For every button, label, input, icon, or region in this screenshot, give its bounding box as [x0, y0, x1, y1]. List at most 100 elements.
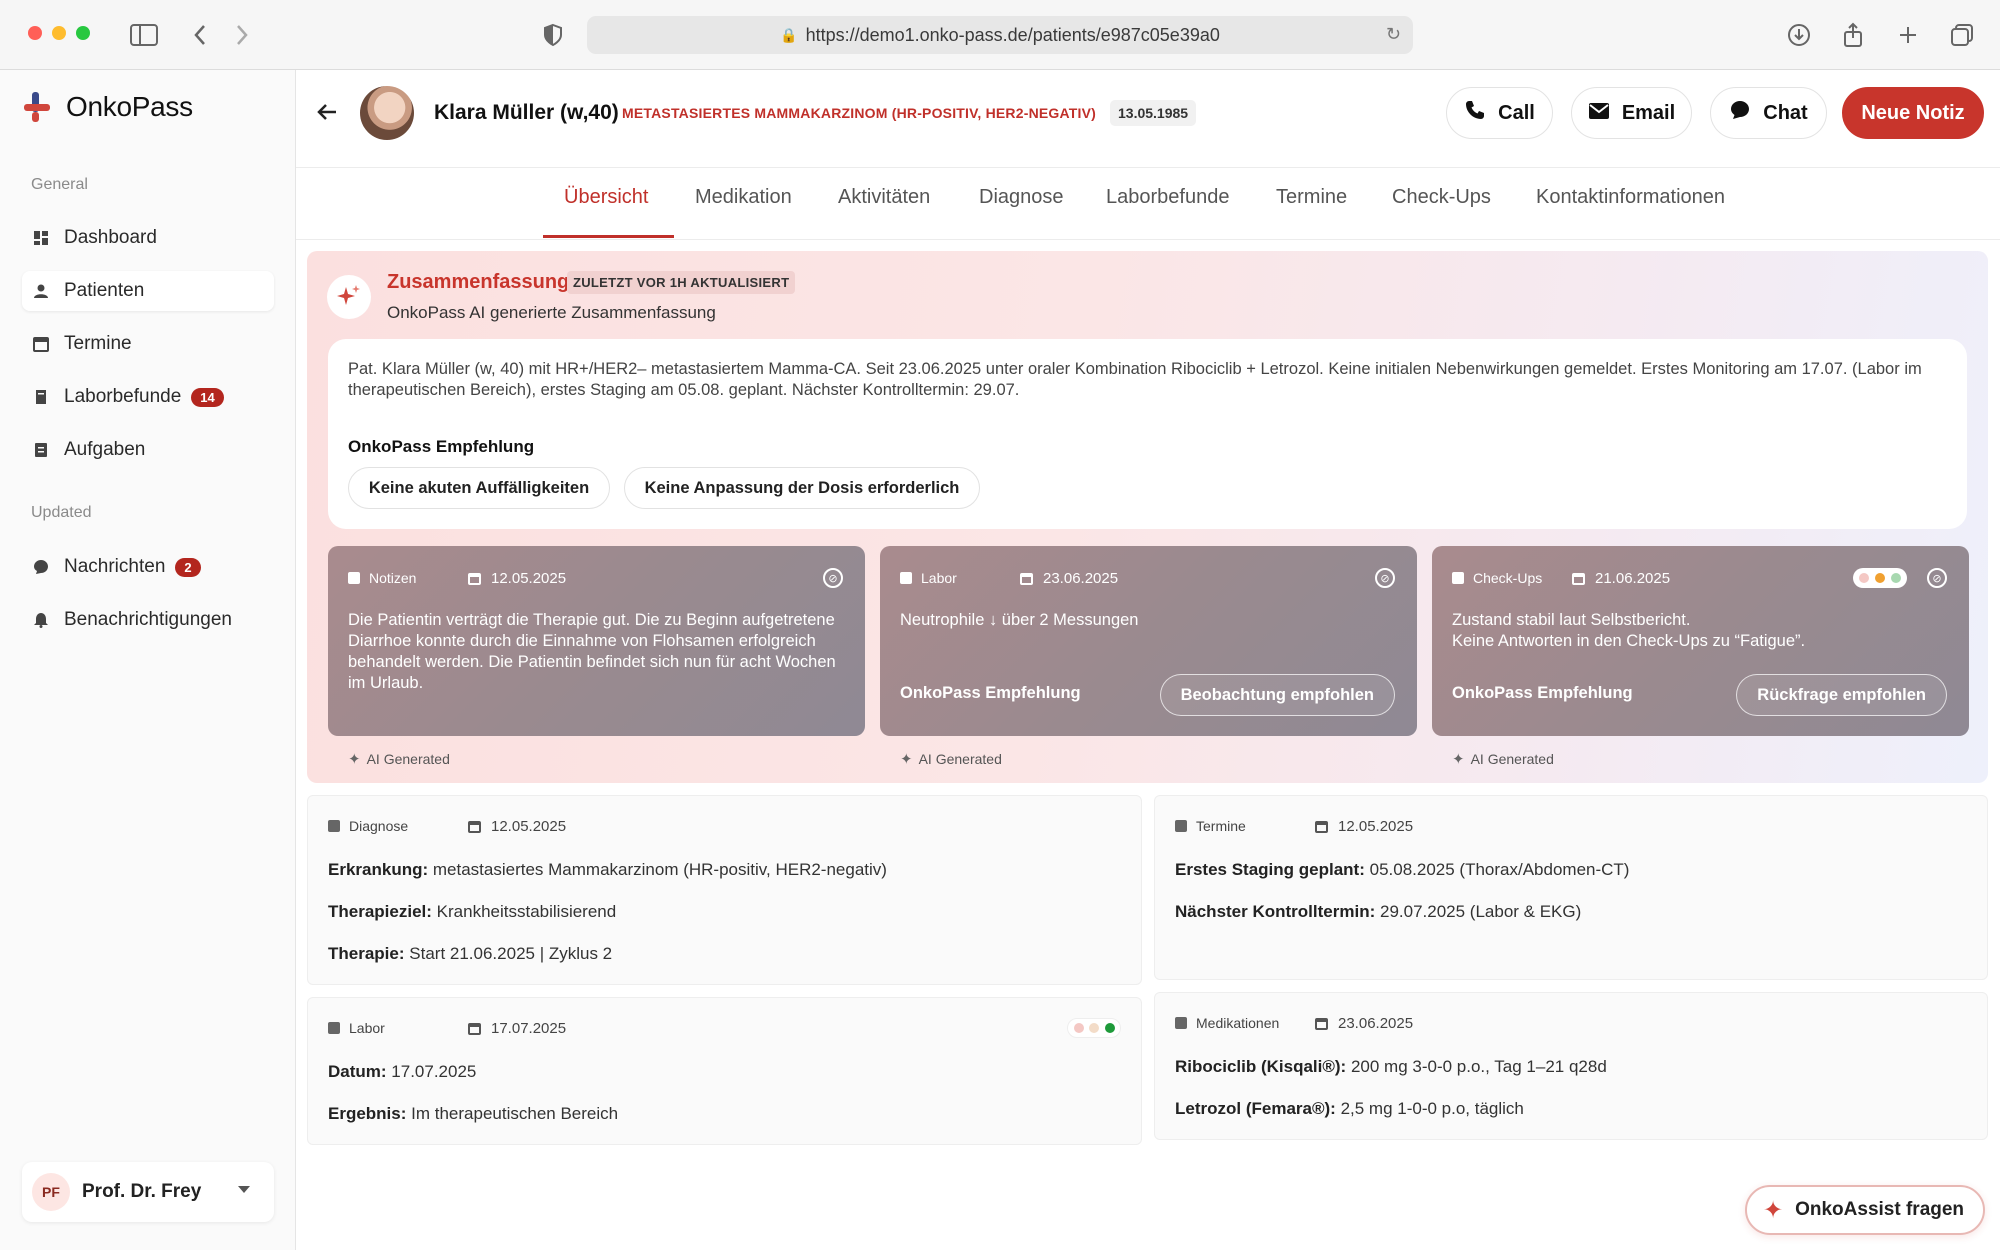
status-dot — [1089, 1023, 1099, 1033]
patient-header: Klara Müller (w,40) METASTASIERTES MAMMA… — [296, 70, 2000, 168]
sidebar-toggle-icon[interactable] — [127, 18, 161, 52]
patient-dob: 13.05.1985 — [1110, 100, 1197, 126]
shield-icon[interactable] — [536, 18, 570, 52]
insight-body: Die Patientin verträgt die Therapie gut.… — [348, 611, 836, 692]
sidebar-item-label: Patienten — [64, 280, 145, 301]
stethoscope-icon — [1452, 572, 1464, 584]
lab-icon — [328, 1022, 340, 1034]
tab-aktivitaeten[interactable]: Aktivitäten — [838, 186, 930, 209]
new-tab-icon[interactable] — [1891, 18, 1925, 52]
tab-check-ups[interactable]: Check-Ups — [1392, 186, 1491, 209]
tasks-icon — [32, 441, 50, 459]
card-row: Erkrankung: metastasiertes Mammakarzinom… — [328, 860, 887, 879]
tab-medikation[interactable]: Medikation — [695, 186, 792, 209]
tab-uebersicht[interactable]: Übersicht — [564, 186, 648, 209]
inquiry-recommended-button[interactable]: Rückfrage empfohlen — [1736, 674, 1947, 716]
logo[interactable]: OnkoPass — [22, 90, 193, 124]
calendar-icon — [1315, 820, 1328, 833]
dashboard-icon — [32, 229, 50, 247]
sidebar-item-laborbefunde[interactable]: Laborbefunde 14 — [22, 377, 274, 417]
insight-body: Zustand stabil laut Selbstbericht. Keine… — [1452, 611, 1806, 650]
medications-card[interactable]: Medikationen 23.06.2025 Ribociclib (Kisq… — [1154, 992, 1988, 1140]
ai-generated-tag: ✦ AI Generated — [348, 751, 450, 768]
card-row: Nächster Kontrolltermin: 29.07.2025 (Lab… — [1175, 902, 1582, 921]
dismiss-icon[interactable]: ⊘ — [1375, 568, 1395, 588]
lab-card[interactable]: Labor 17.07.2025 Datum: 17.07.2025 Ergeb… — [307, 997, 1142, 1145]
close-window-button[interactable] — [28, 26, 42, 40]
sidebar-item-label: Benachrichtigungen — [64, 609, 232, 630]
calendar-icon — [1020, 572, 1033, 585]
logo-text: OnkoPass — [66, 91, 193, 122]
status-dot — [1859, 573, 1869, 583]
sidebar-item-dashboard[interactable]: Dashboard — [22, 218, 274, 258]
back-arrow-icon[interactable] — [316, 98, 338, 129]
maximize-window-button[interactable] — [76, 26, 90, 40]
forward-nav-icon[interactable] — [225, 18, 259, 52]
sidebar-item-nachrichten[interactable]: Nachrichten 2 — [22, 547, 274, 587]
medication-icon — [1175, 1017, 1187, 1029]
status-dot — [1891, 573, 1901, 583]
observation-recommended-button[interactable]: Beobachtung empfohlen — [1159, 674, 1395, 716]
summary-text: Pat. Klara Müller (w, 40) mit HR+/HER2– … — [348, 360, 1922, 399]
insight-card-notizen[interactable]: Notizen 12.05.2025 ⊘ Die Patientin vertr… — [328, 546, 865, 736]
email-label: Email — [1621, 101, 1676, 124]
download-icon[interactable] — [1782, 18, 1816, 52]
new-note-button[interactable]: Neue Notiz — [1842, 87, 1984, 139]
insight-card-check-ups[interactable]: Check-Ups 21.06.2025 ⊘ Zustand stabil la… — [1432, 546, 1969, 736]
summary-panel: Zusammenfassung ZULETZT VOR 1H AKTUALISI… — [307, 251, 1988, 783]
sidebar-item-benachrichtigungen[interactable]: Benachrichtigungen — [22, 600, 274, 640]
sidebar-item-aufgaben[interactable]: Aufgaben — [22, 430, 274, 470]
insight-body: Neutrophile ↓ über 2 Messungen — [900, 611, 1139, 629]
sidebar-item-label: Dashboard — [64, 227, 157, 248]
card-type: Diagnose — [328, 818, 408, 834]
tab-kontaktinformationen[interactable]: Kontaktinformationen — [1536, 186, 1725, 209]
sidebar-item-patienten[interactable]: Patienten — [22, 271, 274, 311]
tab-diagnose[interactable]: Diagnose — [979, 186, 1064, 209]
lab-icon — [900, 572, 912, 584]
url-text: https://demo1.onko-pass.de/patients/e987… — [805, 24, 1220, 45]
card-date: 17.07.2025 — [468, 1020, 566, 1037]
calendar-icon — [32, 335, 50, 353]
calendar-icon — [1315, 1017, 1328, 1030]
status-dot — [1073, 1023, 1084, 1033]
card-row: Erstes Staging geplant: 05.08.2025 (Thor… — [1175, 860, 1630, 879]
chat-button[interactable]: Chat — [1710, 87, 1827, 139]
sparkle-icon: ✦ — [348, 751, 361, 768]
user-menu[interactable]: PF Prof. Dr. Frey — [22, 1162, 274, 1222]
calendar-icon — [468, 1022, 481, 1035]
sidebar-item-label: Nachrichten — [64, 556, 166, 577]
lock-icon: 🔒 — [780, 26, 798, 43]
recommendation-chip[interactable]: Keine akuten Auffälligkeiten — [348, 467, 610, 509]
chevron-down-icon[interactable] — [238, 1186, 250, 1193]
sparkle-icon: ✦ — [1763, 1196, 1784, 1224]
tab-laborbefunde[interactable]: Laborbefunde — [1106, 186, 1229, 209]
appointments-card[interactable]: Termine 12.05.2025 Erstes Staging geplan… — [1154, 795, 1988, 980]
user-icon — [32, 282, 50, 300]
card-row: Datum: 17.07.2025 — [328, 1062, 477, 1081]
minimize-window-button[interactable] — [52, 26, 66, 40]
browser-toolbar: 🔒 https://demo1.onko-pass.de/patients/e9… — [0, 0, 2000, 70]
back-nav-icon[interactable] — [183, 18, 217, 52]
diagnosis-card[interactable]: Diagnose 12.05.2025 Erkrankung: metastas… — [307, 795, 1142, 985]
recommendation-chip[interactable]: Keine Anpassung der Dosis erforderlich — [624, 467, 980, 509]
card-row: Letrozol (Femara®): 2,5 mg 1-0-0 p.o, tä… — [1175, 1099, 1524, 1118]
dismiss-icon[interactable]: ⊘ — [1927, 568, 1947, 588]
insight-card-labor[interactable]: Labor 23.06.2025 ⊘ Neutrophile ↓ über 2 … — [880, 546, 1417, 736]
tab-termine[interactable]: Termine — [1276, 186, 1347, 209]
url-bar[interactable]: 🔒 https://demo1.onko-pass.de/patients/e9… — [587, 16, 1413, 54]
onkoassist-button[interactable]: ✦ OnkoAssist fragen — [1745, 1185, 1985, 1235]
chat-icon — [1729, 99, 1751, 127]
reload-icon[interactable]: ↻ — [1386, 24, 1401, 45]
dismiss-icon[interactable]: ⊘ — [823, 568, 843, 588]
ai-generated-tag: ✦ AI Generated — [900, 751, 1002, 768]
status-dot — [1875, 573, 1885, 583]
email-button[interactable]: Email — [1571, 87, 1692, 139]
status-indicator — [1853, 568, 1907, 588]
diagnosis-icon — [328, 820, 340, 832]
tabs-overview-icon[interactable] — [1945, 18, 1979, 52]
call-button[interactable]: Call — [1446, 87, 1553, 139]
share-icon[interactable] — [1836, 18, 1870, 52]
card-date: 12.05.2025 — [1315, 818, 1413, 835]
sidebar-item-termine[interactable]: Termine — [22, 324, 274, 364]
card-row: Ergebnis: Im therapeutischen Bereich — [328, 1104, 619, 1123]
